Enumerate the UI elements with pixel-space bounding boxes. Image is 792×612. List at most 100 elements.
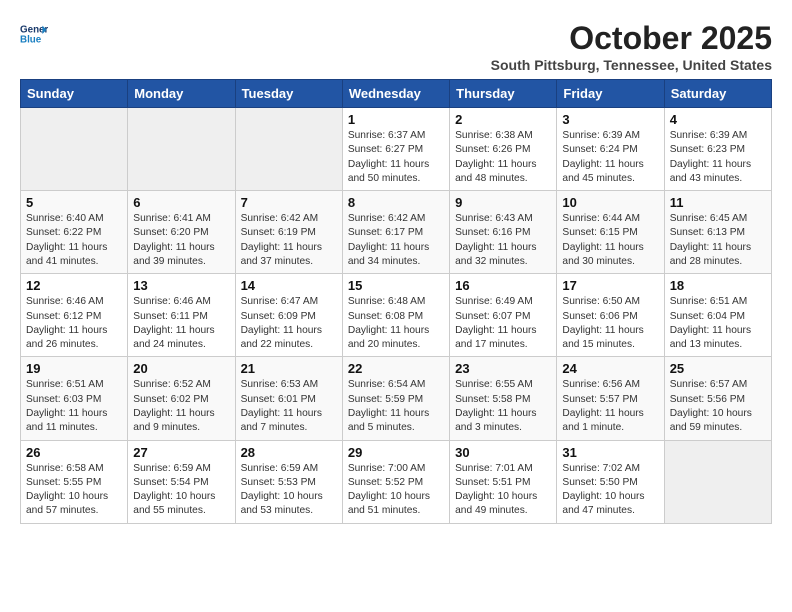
day-number: 15 <box>348 278 444 293</box>
day-info: Sunrise: 6:53 AM Sunset: 6:01 PM Dayligh… <box>241 378 337 435</box>
day-info: Sunrise: 6:46 AM Sunset: 6:12 PM Dayligh… <box>26 295 122 352</box>
calendar-cell <box>235 108 342 191</box>
calendar-cell: 15 Sunrise: 6:48 AM Sunset: 6:08 PM Dayli… <box>342 274 449 357</box>
calendar-cell: 8 Sunrise: 6:42 AM Sunset: 6:17 PM Daylig… <box>342 191 449 274</box>
day-info: Sunrise: 6:39 AM Sunset: 6:24 PM Dayligh… <box>562 129 658 186</box>
calendar-cell: 20 Sunrise: 6:52 AM Sunset: 6:02 PM Dayli… <box>128 357 235 440</box>
column-header-sunday: Sunday <box>21 80 128 108</box>
calendar-header-row: SundayMondayTuesdayWednesdayThursdayFrid… <box>21 80 772 108</box>
calendar-cell: 27 Sunrise: 6:59 AM Sunset: 5:54 PM Dayli… <box>128 440 235 523</box>
day-number: 3 <box>562 112 658 127</box>
calendar-cell: 26Sunrise: 6:58 AM Sunset: 5:55 PM Dayli… <box>21 440 128 523</box>
calendar-cell: 17 Sunrise: 6:50 AM Sunset: 6:06 PM Dayli… <box>557 274 664 357</box>
calendar-cell: 16 Sunrise: 6:49 AM Sunset: 6:07 PM Dayli… <box>450 274 557 357</box>
day-number: 11 <box>670 195 766 210</box>
day-info: Sunrise: 6:57 AM Sunset: 5:56 PM Dayligh… <box>670 378 766 435</box>
calendar-cell: 30 Sunrise: 7:01 AM Sunset: 5:51 PM Dayli… <box>450 440 557 523</box>
day-info: Sunrise: 6:39 AM Sunset: 6:23 PM Dayligh… <box>670 129 766 186</box>
calendar-cell: 22 Sunrise: 6:54 AM Sunset: 5:59 PM Dayli… <box>342 357 449 440</box>
calendar-cell <box>128 108 235 191</box>
day-number: 14 <box>241 278 337 293</box>
column-header-wednesday: Wednesday <box>342 80 449 108</box>
calendar-cell: 21 Sunrise: 6:53 AM Sunset: 6:01 PM Dayli… <box>235 357 342 440</box>
day-info: Sunrise: 6:50 AM Sunset: 6:06 PM Dayligh… <box>562 295 658 352</box>
day-number: 1 <box>348 112 444 127</box>
day-number: 17 <box>562 278 658 293</box>
calendar-week-4: 19 Sunrise: 6:51 AM Sunset: 6:03 PM Dayli… <box>21 357 772 440</box>
calendar-cell: 9 Sunrise: 6:43 AM Sunset: 6:16 PM Daylig… <box>450 191 557 274</box>
day-number: 9 <box>455 195 551 210</box>
day-number: 10 <box>562 195 658 210</box>
calendar-cell: 12 Sunrise: 6:46 AM Sunset: 6:12 PM Dayli… <box>21 274 128 357</box>
day-number: 5 <box>26 195 122 210</box>
calendar-cell <box>664 440 771 523</box>
calendar-cell: 24 Sunrise: 6:56 AM Sunset: 5:57 PM Dayli… <box>557 357 664 440</box>
column-header-tuesday: Tuesday <box>235 80 342 108</box>
day-number: 2 <box>455 112 551 127</box>
day-number: 30 <box>455 445 551 460</box>
day-info: Sunrise: 6:40 AM Sunset: 6:22 PM Dayligh… <box>26 212 122 269</box>
day-number: 8 <box>348 195 444 210</box>
day-number: 19 <box>26 361 122 376</box>
day-info: Sunrise: 6:43 AM Sunset: 6:16 PM Dayligh… <box>455 212 551 269</box>
calendar-cell: 23Sunrise: 6:55 AM Sunset: 5:58 PM Dayli… <box>450 357 557 440</box>
day-number: 31 <box>562 445 658 460</box>
svg-text:Blue: Blue <box>20 34 42 45</box>
calendar-cell: 18 Sunrise: 6:51 AM Sunset: 6:04 PM Dayli… <box>664 274 771 357</box>
logo-icon: General Blue <box>20 20 48 48</box>
column-header-friday: Friday <box>557 80 664 108</box>
day-info: Sunrise: 7:01 AM Sunset: 5:51 PM Dayligh… <box>455 462 551 519</box>
day-info: Sunrise: 6:45 AM Sunset: 6:13 PM Dayligh… <box>670 212 766 269</box>
day-info: Sunrise: 6:49 AM Sunset: 6:07 PM Dayligh… <box>455 295 551 352</box>
day-number: 21 <box>241 361 337 376</box>
day-info: Sunrise: 6:48 AM Sunset: 6:08 PM Dayligh… <box>348 295 444 352</box>
calendar-cell: 2 Sunrise: 6:38 AM Sunset: 6:26 PM Daylig… <box>450 108 557 191</box>
day-number: 29 <box>348 445 444 460</box>
day-info: Sunrise: 6:54 AM Sunset: 5:59 PM Dayligh… <box>348 378 444 435</box>
calendar-cell <box>21 108 128 191</box>
day-number: 13 <box>133 278 229 293</box>
day-info: Sunrise: 6:38 AM Sunset: 6:26 PM Dayligh… <box>455 129 551 186</box>
day-number: 18 <box>670 278 766 293</box>
calendar-week-2: 5 Sunrise: 6:40 AM Sunset: 6:22 PM Daylig… <box>21 191 772 274</box>
day-info: Sunrise: 6:37 AM Sunset: 6:27 PM Dayligh… <box>348 129 444 186</box>
day-info: Sunrise: 6:51 AM Sunset: 6:03 PM Dayligh… <box>26 378 122 435</box>
calendar-week-5: 26Sunrise: 6:58 AM Sunset: 5:55 PM Dayli… <box>21 440 772 523</box>
day-number: 28 <box>241 445 337 460</box>
column-header-monday: Monday <box>128 80 235 108</box>
day-number: 27 <box>133 445 229 460</box>
page-header: General Blue October 2025 South Pittsbur… <box>20 20 772 73</box>
calendar-cell: 1 Sunrise: 6:37 AM Sunset: 6:27 PM Daylig… <box>342 108 449 191</box>
day-number: 23 <box>455 361 551 376</box>
day-info: Sunrise: 6:47 AM Sunset: 6:09 PM Dayligh… <box>241 295 337 352</box>
day-info: Sunrise: 6:58 AM Sunset: 5:55 PM Dayligh… <box>26 462 122 519</box>
month-title: October 2025 <box>491 20 772 57</box>
day-number: 22 <box>348 361 444 376</box>
day-info: Sunrise: 6:51 AM Sunset: 6:04 PM Dayligh… <box>670 295 766 352</box>
day-info: Sunrise: 6:52 AM Sunset: 6:02 PM Dayligh… <box>133 378 229 435</box>
day-number: 12 <box>26 278 122 293</box>
calendar-cell: 19 Sunrise: 6:51 AM Sunset: 6:03 PM Dayli… <box>21 357 128 440</box>
calendar-cell: 14 Sunrise: 6:47 AM Sunset: 6:09 PM Dayli… <box>235 274 342 357</box>
calendar-week-3: 12 Sunrise: 6:46 AM Sunset: 6:12 PM Dayli… <box>21 274 772 357</box>
day-number: 24 <box>562 361 658 376</box>
location-title: South Pittsburg, Tennessee, United State… <box>491 57 772 73</box>
calendar-cell: 3 Sunrise: 6:39 AM Sunset: 6:24 PM Daylig… <box>557 108 664 191</box>
column-header-saturday: Saturday <box>664 80 771 108</box>
day-number: 20 <box>133 361 229 376</box>
day-info: Sunrise: 6:59 AM Sunset: 5:53 PM Dayligh… <box>241 462 337 519</box>
calendar-cell: 25 Sunrise: 6:57 AM Sunset: 5:56 PM Dayli… <box>664 357 771 440</box>
day-number: 6 <box>133 195 229 210</box>
day-info: Sunrise: 6:56 AM Sunset: 5:57 PM Dayligh… <box>562 378 658 435</box>
day-number: 4 <box>670 112 766 127</box>
calendar-cell: 13Sunrise: 6:46 AM Sunset: 6:11 PM Dayli… <box>128 274 235 357</box>
day-info: Sunrise: 6:42 AM Sunset: 6:17 PM Dayligh… <box>348 212 444 269</box>
day-number: 7 <box>241 195 337 210</box>
day-info: Sunrise: 6:44 AM Sunset: 6:15 PM Dayligh… <box>562 212 658 269</box>
day-info: Sunrise: 6:59 AM Sunset: 5:54 PM Dayligh… <box>133 462 229 519</box>
day-number: 25 <box>670 361 766 376</box>
calendar-cell: 11 Sunrise: 6:45 AM Sunset: 6:13 PM Dayli… <box>664 191 771 274</box>
day-number: 16 <box>455 278 551 293</box>
calendar-cell: 10 Sunrise: 6:44 AM Sunset: 6:15 PM Dayli… <box>557 191 664 274</box>
calendar-cell: 31Sunrise: 7:02 AM Sunset: 5:50 PM Dayli… <box>557 440 664 523</box>
